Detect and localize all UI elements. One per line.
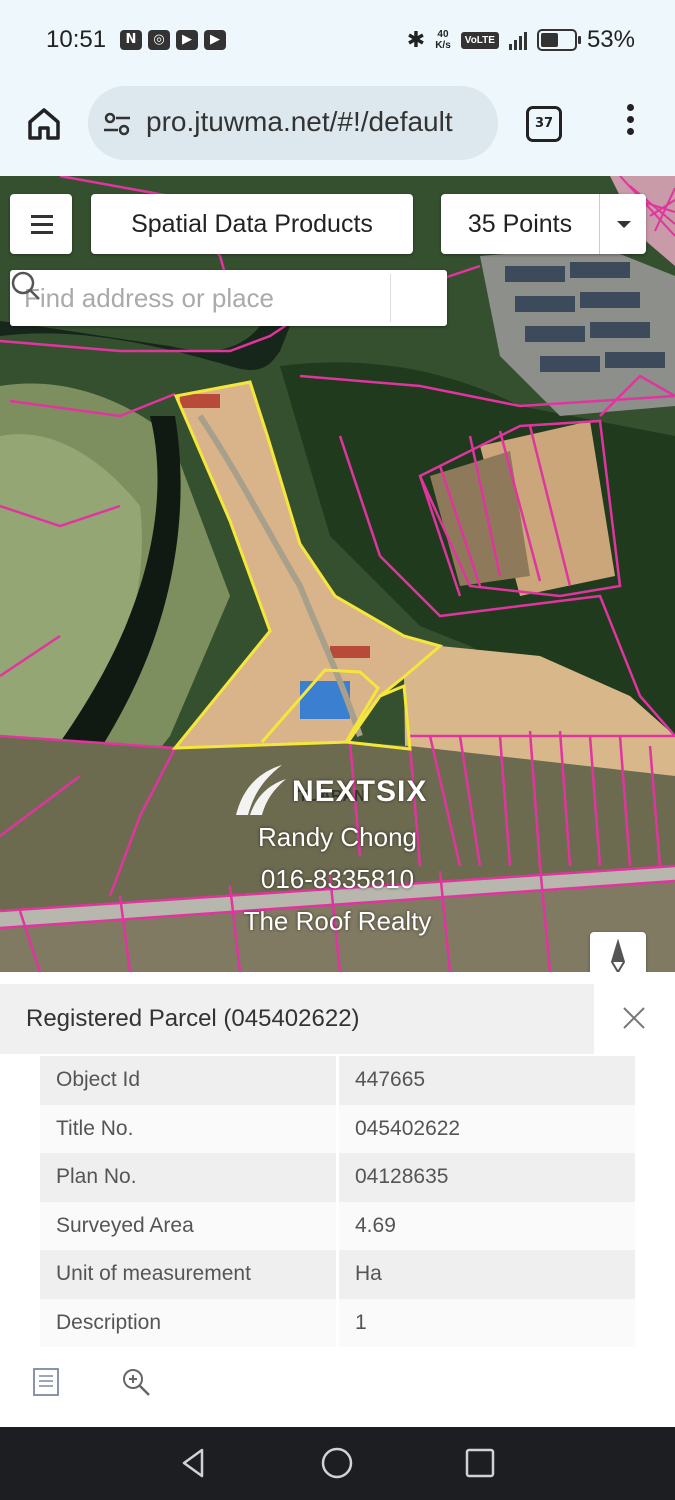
map-view[interactable]: Spatial Data Products 35 Points TUARAN N…: [0, 176, 675, 972]
attribute-key: Surveyed Area: [40, 1201, 339, 1250]
zoom-to-icon[interactable]: [120, 1366, 152, 1398]
battery-fill: [540, 33, 558, 47]
youtube-icon: ▶: [176, 30, 198, 50]
compass-icon: [610, 938, 626, 972]
table-row: Object Id 447665: [40, 1056, 635, 1105]
attribute-key: Plan No.: [40, 1153, 339, 1202]
network-speed-value: 40: [437, 29, 449, 40]
attribute-value: 4.69: [337, 1201, 635, 1250]
search-input[interactable]: [10, 270, 382, 326]
notification-icons: N ◎ ▶ ▶: [120, 30, 226, 50]
watermark-phone: 016-8335810: [260, 864, 415, 894]
status-bar: 10:51 N ◎ ▶ ▶ ✱ 40 K/s VoLTE 53%: [0, 0, 675, 84]
brand-logo-icon: [236, 765, 286, 815]
attribute-value: 04128635: [337, 1153, 635, 1202]
parcel-info-panel: Registered Parcel (045402622) Object Id …: [0, 972, 675, 1427]
search-divider: [390, 274, 391, 322]
watermark-name: Randy Chong: [258, 822, 417, 852]
site-settings-icon[interactable]: [102, 110, 132, 138]
attribute-value: 447665: [337, 1056, 635, 1105]
table-row: Surveyed Area 4.69: [40, 1201, 635, 1250]
home-nav-icon[interactable]: [319, 1445, 355, 1481]
close-icon[interactable]: [616, 1000, 652, 1036]
attribute-key: Unit of measurement: [40, 1250, 339, 1299]
chevron-down-icon[interactable]: [617, 221, 631, 228]
panel-title: Registered Parcel (045402622): [0, 984, 594, 1054]
address-bar[interactable]: pro.jtuwma.net/#!/default: [88, 86, 498, 160]
system-navigation-bar: [0, 1427, 675, 1500]
attribute-list-icon[interactable]: [30, 1366, 62, 1398]
volte-badge: VoLTE: [460, 31, 499, 49]
compass-button[interactable]: [590, 932, 646, 972]
points-dropdown-label: 35 Points: [467, 210, 573, 238]
attribute-value: 1: [337, 1298, 635, 1347]
recents-icon[interactable]: [462, 1445, 498, 1481]
home-icon[interactable]: [24, 104, 64, 144]
network-speed: 40 K/s: [435, 29, 451, 51]
layers-menu-button[interactable]: [10, 194, 72, 254]
points-dropdown[interactable]: 35 Points: [441, 194, 646, 254]
signal-icon: [508, 30, 527, 50]
network-speed-unit: K/s: [435, 40, 451, 51]
dropdown-divider: [599, 194, 600, 254]
youtube-icon: ▶: [204, 30, 226, 50]
attribute-value: 045402622: [337, 1104, 635, 1153]
nfc-icon: N: [120, 30, 142, 50]
watermark-brand-name: NEXTSIX: [292, 775, 428, 808]
url-text[interactable]: pro.jtuwma.net/#!/default: [146, 106, 453, 138]
back-icon[interactable]: [176, 1445, 212, 1481]
bluetooth-icon: ✱: [406, 27, 426, 52]
search-box[interactable]: [10, 270, 447, 326]
attribute-key: Object Id: [40, 1056, 339, 1105]
table-row: Unit of measurement Ha: [40, 1250, 635, 1299]
battery-icon: [536, 29, 581, 51]
hamburger-icon: [31, 215, 53, 239]
attribute-value: Ha: [337, 1250, 635, 1299]
search-icon[interactable]: [10, 270, 42, 302]
watermark-brand: NEXTSIX: [232, 761, 452, 821]
table-row: Title No. 045402622: [40, 1104, 635, 1153]
system-status: ✱ 40 K/s VoLTE 53%: [407, 26, 635, 54]
tab-switcher-button[interactable]: 37: [526, 106, 562, 142]
browser-toolbar: pro.jtuwma.net/#!/default 37: [0, 84, 675, 176]
battery-percent: 53%: [586, 26, 635, 53]
status-time: 10:51: [46, 26, 107, 53]
table-row: Plan No. 04128635: [40, 1153, 635, 1202]
watermark-company: The Roof Realty: [243, 906, 432, 936]
table-row: Description 1: [40, 1298, 635, 1347]
spatial-data-products-button[interactable]: Spatial Data Products: [91, 194, 413, 254]
attribute-key: Description: [40, 1298, 339, 1347]
attribute-key: Title No.: [40, 1104, 339, 1153]
attribute-table: Object Id 447665 Title No. 045402622 Pla…: [40, 1056, 635, 1347]
browser-menu-icon[interactable]: [620, 104, 640, 140]
alarm-app-icon: ◎: [148, 30, 170, 50]
